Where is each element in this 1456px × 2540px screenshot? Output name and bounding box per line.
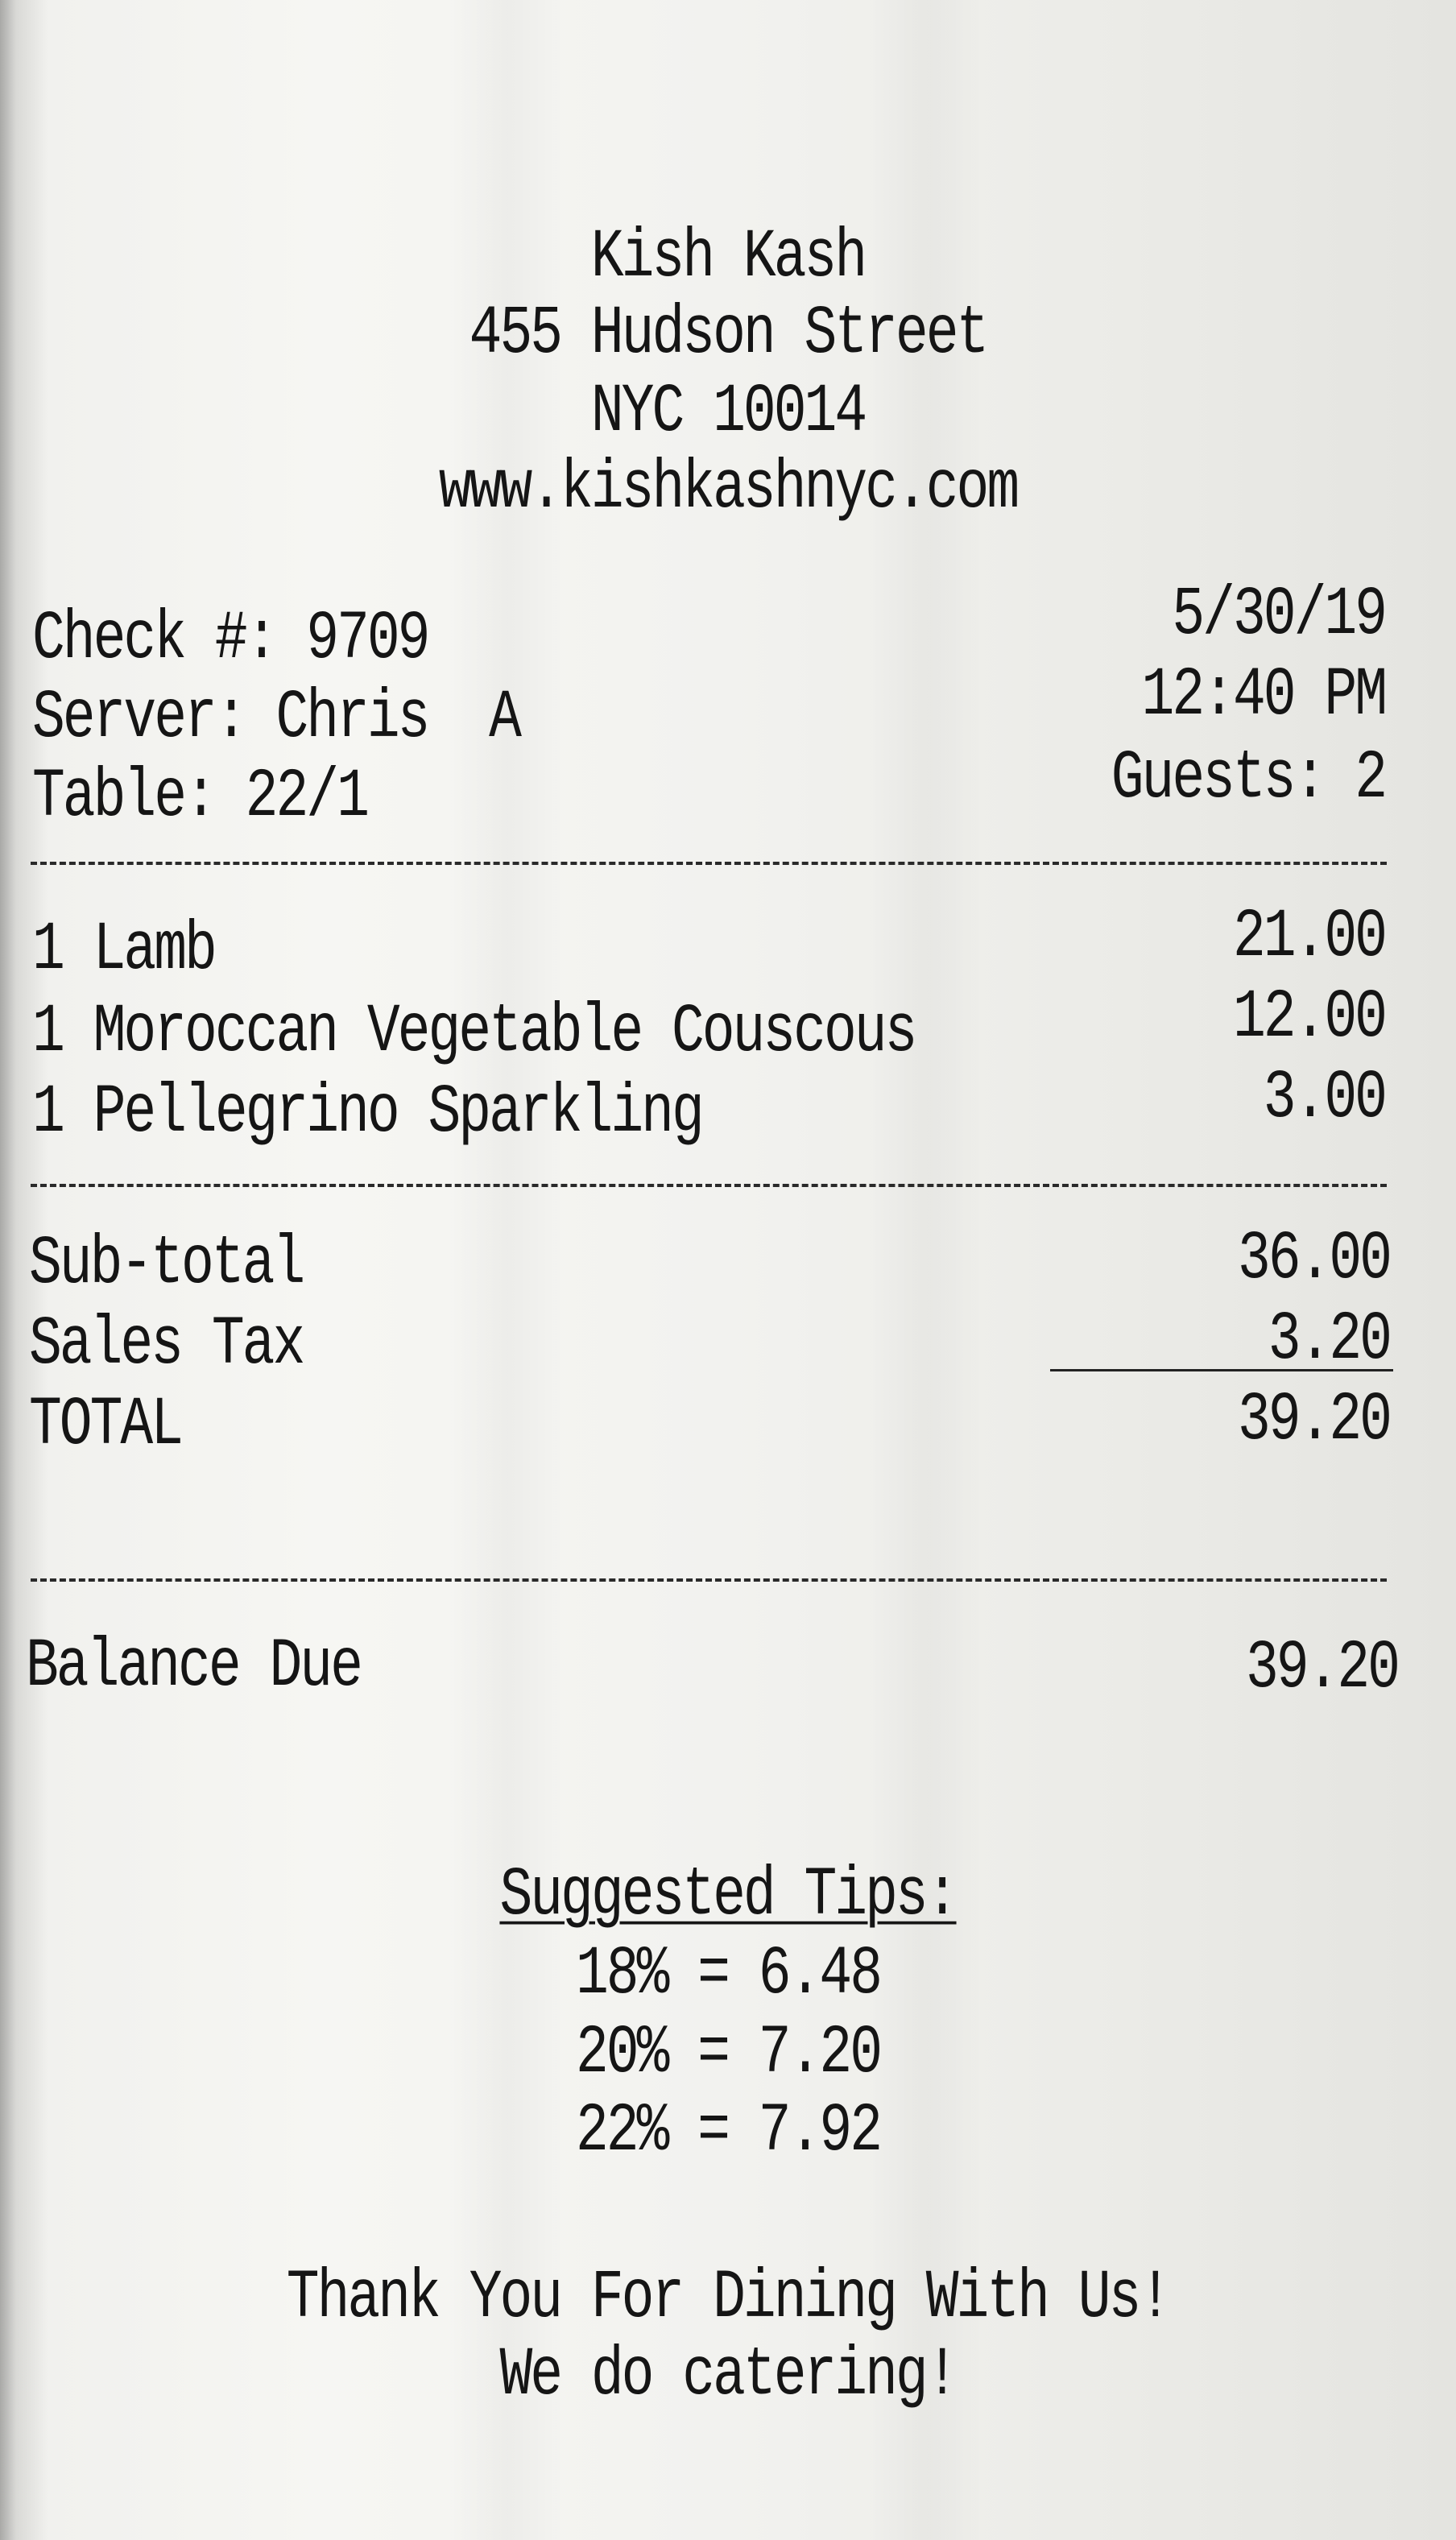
table-number: Table: 22/1 (32, 758, 370, 836)
tip-line: 18% = 6.48 (575, 1935, 883, 2013)
tip-line: 22% = 7.92 (575, 2092, 883, 2170)
subtotal-value: 36.00 (1237, 1220, 1392, 1298)
check-time: 12:40 PM (1141, 656, 1388, 734)
restaurant-website: www.kishkashnyc.com (438, 449, 1020, 527)
catering-message: We do catering! (499, 2336, 958, 2414)
item-name: 1 Lamb (32, 911, 217, 989)
suggested-tips-heading: Suggested Tips: (499, 1856, 958, 1934)
balance-due-value: 39.20 (1245, 1629, 1400, 1707)
item-name: 1 Moroccan Vegetable Couscous (32, 993, 917, 1071)
check-number: Check #: 9709 (32, 600, 430, 678)
server-name: Server: Chris A (32, 679, 522, 757)
check-date: 5/30/19 (1172, 576, 1388, 654)
subtotal-label: Sub-total (29, 1225, 305, 1303)
item-name: 1 Pellegrino Sparkling (32, 1074, 705, 1152)
restaurant-name: Kish Kash (590, 218, 867, 296)
total-value: 39.20 (1237, 1381, 1392, 1459)
tip-line: 20% = 7.20 (575, 2014, 883, 2092)
item-price: 21.00 (1232, 898, 1388, 976)
divider (31, 1578, 1387, 1582)
thank-you-message: Thank You For Dining With Us! (286, 2259, 1172, 2337)
divider (31, 862, 1387, 865)
sales-tax-label: Sales Tax (29, 1305, 305, 1384)
restaurant-address: 455 Hudson Street (469, 295, 990, 373)
item-price: 12.00 (1232, 978, 1388, 1057)
tax-underline (1050, 1369, 1393, 1371)
guest-count: Guests: 2 (1111, 739, 1388, 817)
restaurant-city: NYC 10014 (590, 373, 867, 451)
item-price: 3.00 (1263, 1059, 1388, 1137)
total-label: TOTAL (29, 1386, 184, 1464)
balance-due-label: Balance Due (26, 1628, 363, 1706)
divider (31, 1184, 1387, 1187)
sales-tax-value: 3.20 (1268, 1301, 1392, 1379)
receipt: Kish Kash 455 Hudson Street NYC 10014 ww… (0, 0, 1456, 2540)
